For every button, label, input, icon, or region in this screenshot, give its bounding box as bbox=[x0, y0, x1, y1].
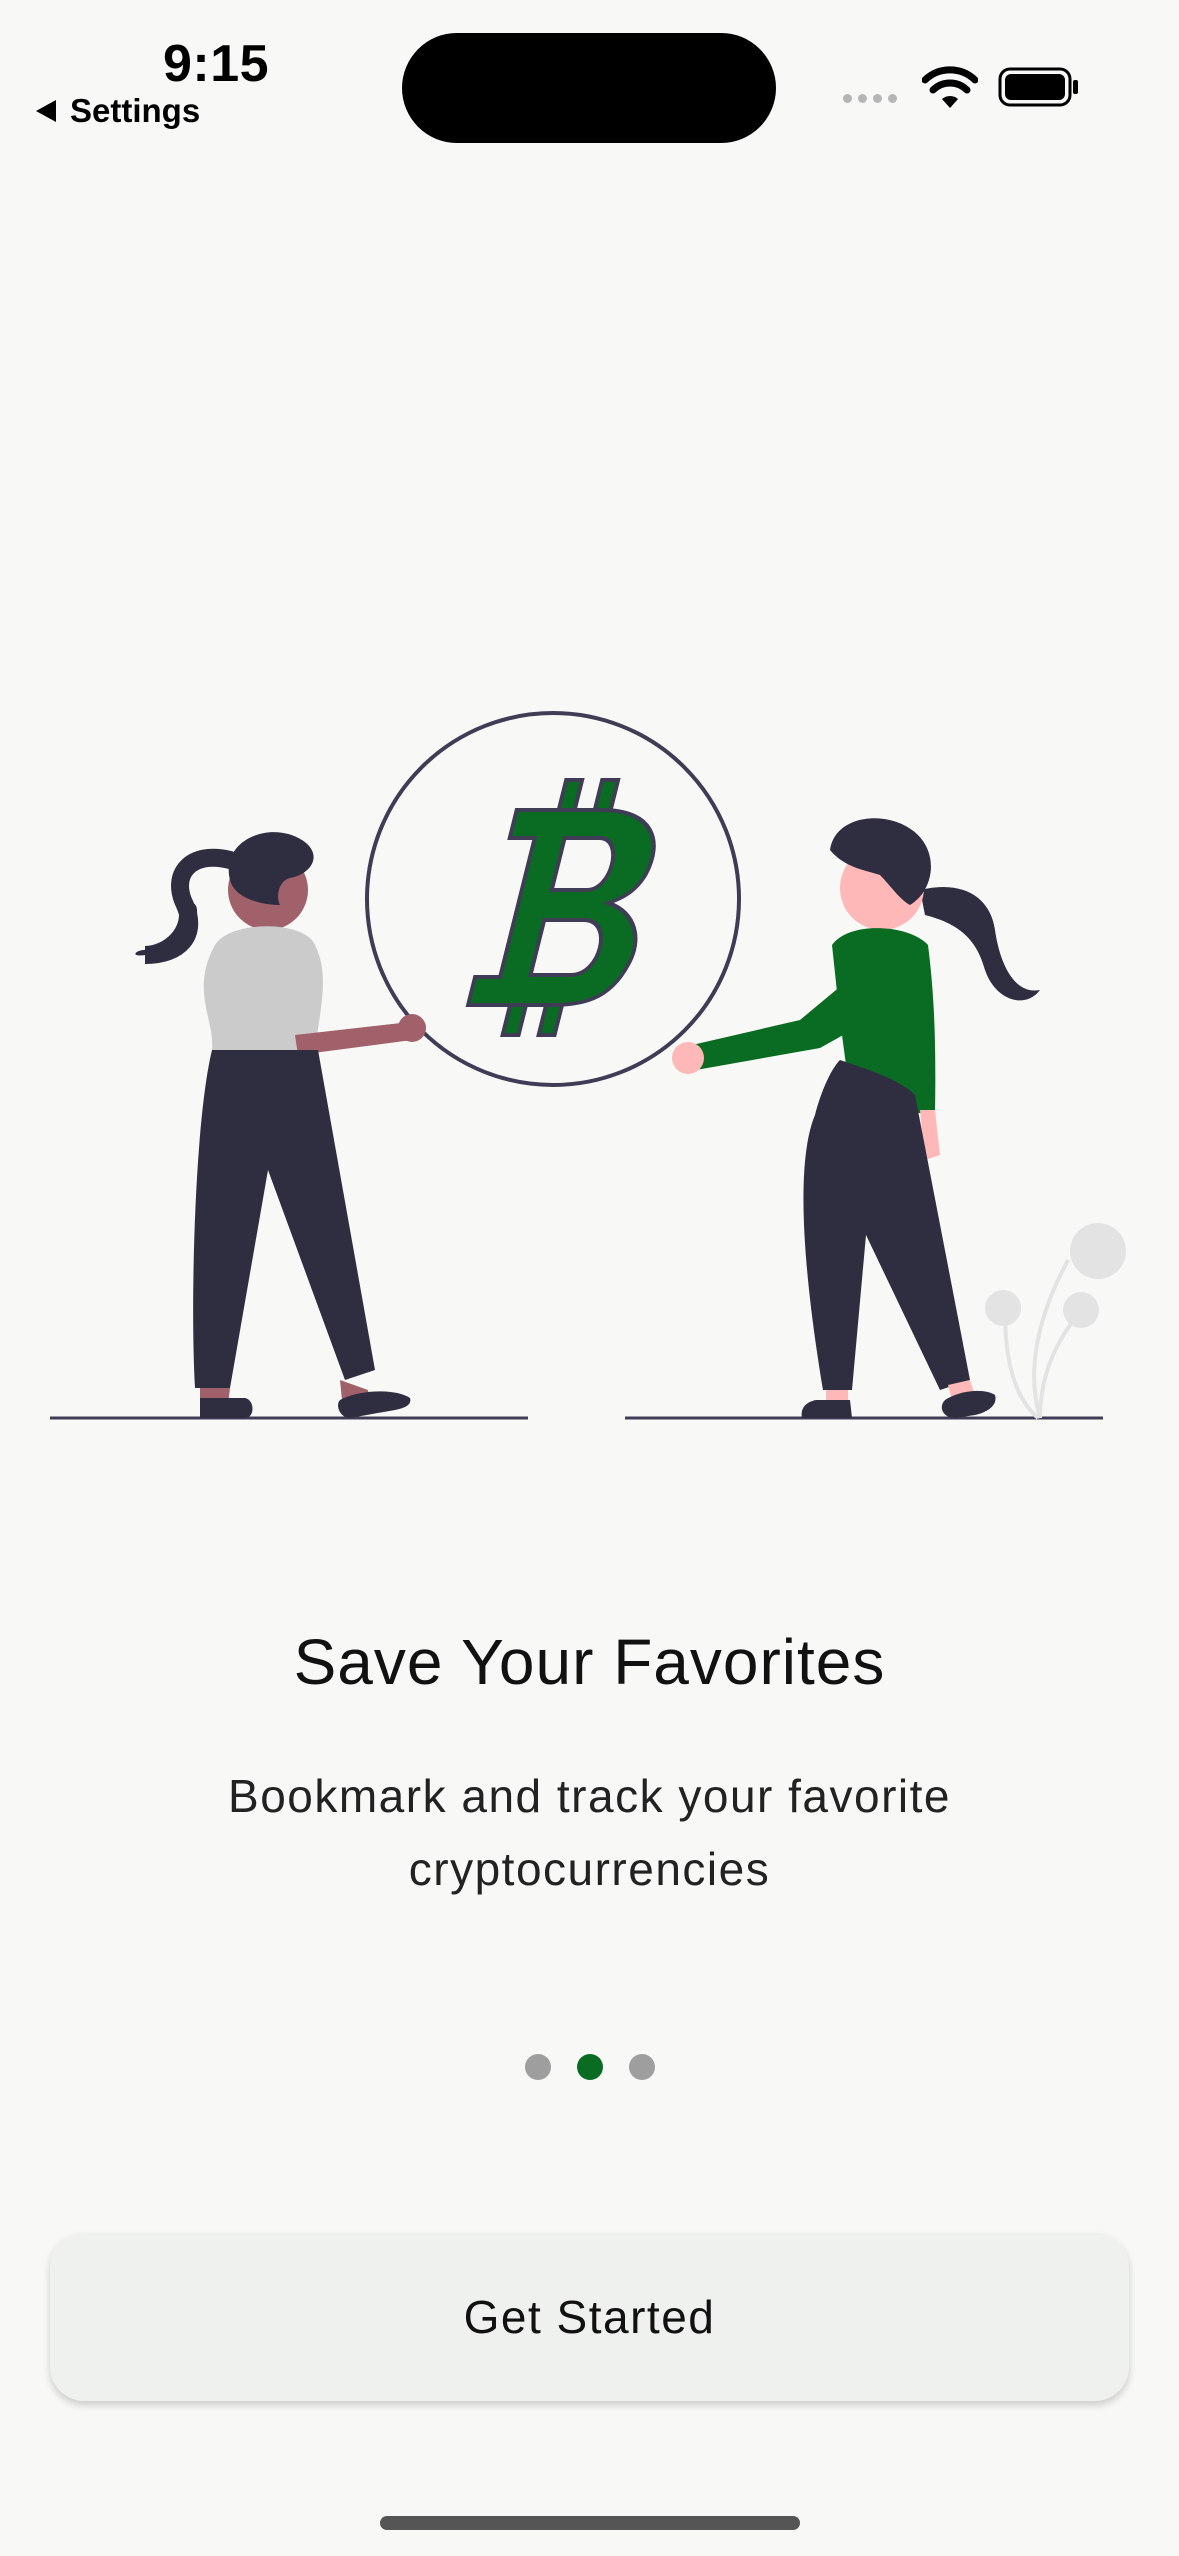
status-time: 9:15 bbox=[163, 35, 270, 93]
page-dot-2-active[interactable] bbox=[576, 2054, 603, 2080]
cellular-signal-icon bbox=[843, 94, 897, 103]
onboarding-subtitle: Bookmark and track your favorite cryptoc… bbox=[228, 1770, 951, 1895]
dynamic-island bbox=[402, 33, 776, 143]
battery-icon bbox=[998, 67, 1078, 107]
people-holding-bitcoin-illustration bbox=[50, 711, 1126, 1420]
page-dot-3[interactable] bbox=[628, 2054, 655, 2080]
back-arrow-icon bbox=[36, 100, 56, 122]
status-bar: 9:15 Settings bbox=[0, 0, 1179, 160]
onboarding-title: Save Your Favorites bbox=[293, 1626, 886, 1698]
get-started-button[interactable]: Get Started bbox=[50, 2233, 1129, 2401]
wifi-icon bbox=[922, 66, 978, 108]
home-indicator[interactable] bbox=[380, 2516, 800, 2530]
plant-decoration bbox=[985, 1223, 1126, 1420]
page-dot-1[interactable] bbox=[524, 2054, 551, 2080]
page-indicator[interactable] bbox=[0, 2054, 1179, 2080]
back-to-settings-link[interactable]: Settings bbox=[36, 92, 200, 130]
back-link-label: Settings bbox=[70, 92, 201, 129]
